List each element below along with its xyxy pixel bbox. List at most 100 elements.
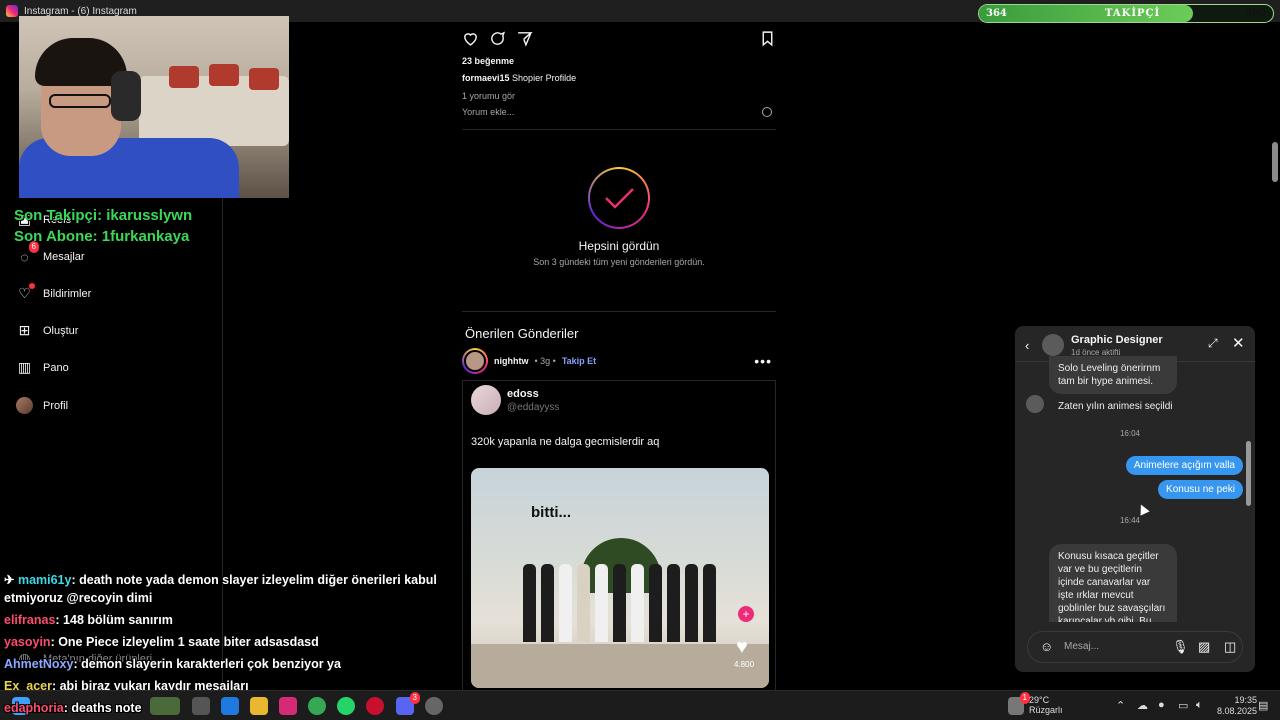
caught-up-title: Hepsini gördün xyxy=(578,239,660,253)
post-likes[interactable]: 23 beğenme xyxy=(462,56,514,66)
tray-chevron-icon[interactable]: ⌃ xyxy=(1116,699,1125,712)
bookmark-icon[interactable] xyxy=(759,30,776,47)
chat-scrollbar[interactable] xyxy=(1246,366,1251,621)
photo-caption: bitti... xyxy=(531,504,571,521)
stream-chat-line: AhmetNoxy: demon slayerin karakterleri ç… xyxy=(4,657,341,671)
chat-message-out: Konusu ne peki xyxy=(1158,480,1243,499)
photo-person xyxy=(595,564,608,642)
tray-app-icon[interactable]: ☁ xyxy=(1137,699,1148,712)
caption-user[interactable]: formaevi15 xyxy=(462,73,510,83)
network-icon[interactable]: ▭ xyxy=(1178,699,1188,712)
task-view-icon[interactable] xyxy=(192,697,210,715)
more-options-icon[interactable]: ••• xyxy=(754,353,772,369)
close-icon[interactable]: ✕ xyxy=(1232,334,1245,352)
system-clock[interactable]: 19:35 8.08.2025 xyxy=(1217,695,1257,717)
photo-person xyxy=(541,564,554,642)
emoji-icon[interactable] xyxy=(762,107,772,117)
chrome-icon[interactable] xyxy=(308,697,326,715)
follow-button[interactable]: Takip Et xyxy=(562,356,596,366)
widgets-icon[interactable] xyxy=(150,697,180,715)
tweet-handle: @eddayyss xyxy=(507,402,560,413)
file-explorer-icon[interactable] xyxy=(250,697,268,715)
post-time: • 3g • xyxy=(534,356,556,366)
last-follower-label: Son Takipçi: ikarusslywn xyxy=(14,207,193,224)
feed-column: 23 beğenme formaevi15 Shopier Profilde 1… xyxy=(462,22,776,698)
webcam-pillow xyxy=(209,64,239,86)
chat-message-in: Konusu kısaca geçitler var ve bu geçitle… xyxy=(1049,544,1177,622)
stream-chat-line: edaphoria: deaths note xyxy=(4,701,142,715)
photo-person xyxy=(685,564,698,642)
story-ring[interactable] xyxy=(462,348,488,374)
chat-message-out: Animelere açığım valla xyxy=(1125,456,1243,475)
photo-person xyxy=(649,564,662,642)
page-scrollbar[interactable] xyxy=(1270,22,1280,698)
add-comment-input[interactable]: Yorum ekle... xyxy=(462,107,776,117)
discord-icon[interactable]: 3 xyxy=(396,692,420,715)
post-actions xyxy=(462,30,776,47)
sidebar-item-label: Mesajlar xyxy=(43,250,85,263)
sticker-icon[interactable]: ◫ xyxy=(1224,639,1236,655)
heart-icon[interactable]: ♥ xyxy=(736,636,748,659)
sidebar-item-create[interactable]: ⊞ Oluştur xyxy=(16,322,79,339)
avatar xyxy=(1026,395,1044,413)
copilot-icon[interactable] xyxy=(221,697,239,715)
opera-icon[interactable] xyxy=(366,697,384,715)
scrollbar-thumb[interactable] xyxy=(1272,142,1278,182)
photo-person xyxy=(613,564,626,642)
heart-icon: ♡ xyxy=(16,283,35,302)
chat-scrollbar-thumb[interactable] xyxy=(1246,441,1251,506)
stream-chat-line: yasoyin: One Piece izleyelim 1 saate bit… xyxy=(4,635,319,649)
weather-icon[interactable]: 1 xyxy=(1008,692,1030,715)
microphone-icon[interactable]: 🎙︎ xyxy=(1172,639,1189,655)
instagram-taskbar-icon[interactable] xyxy=(279,697,297,715)
notification-center-icon[interactable]: ▤ xyxy=(1258,699,1268,712)
tweet-name: edoss xyxy=(507,388,539,400)
comment-icon[interactable] xyxy=(489,30,506,47)
weather-widget[interactable]: 29°C Rüzgarlı xyxy=(1029,695,1063,715)
steam-icon[interactable] xyxy=(425,697,443,715)
expand-icon[interactable]: ⤢ xyxy=(1208,336,1218,351)
clock-time: 19:35 xyxy=(1234,695,1258,705)
last-subscriber-label: Son Abone: 1furkankaya xyxy=(14,228,190,245)
emoji-icon[interactable]: ☺ xyxy=(1040,639,1053,654)
back-arrow-icon[interactable]: ‹ xyxy=(1025,338,1029,353)
sidebar-item-profile[interactable]: Profil xyxy=(16,397,68,414)
chat-contact-name[interactable]: Graphic Designer xyxy=(1071,334,1163,346)
chat-message-in: Solo Leveling önerirnm tam bir hype anim… xyxy=(1049,356,1177,394)
chat-message-in: Zaten yılın animesi seçildi xyxy=(1058,401,1173,412)
view-comments-link[interactable]: 1 yorumu gör xyxy=(462,91,515,101)
sidebar-item-dashboard[interactable]: ▥ Pano xyxy=(16,359,69,376)
windows-taskbar: 3 1 29°C Rüzgarlı ⌃ ☁ ● ▭ 🔈︎ 19:35 8.08.… xyxy=(0,690,1280,720)
follow-goal-target: 500 xyxy=(1245,8,1266,19)
photo-person xyxy=(703,564,716,642)
sidebar-item-notifications[interactable]: ♡ Bildirimler xyxy=(16,283,91,302)
avatar xyxy=(471,385,501,415)
message-input[interactable]: ☺ Mesaj... 🎙︎ ▨ ◫ xyxy=(1027,631,1243,663)
whatsapp-icon[interactable] xyxy=(337,697,355,715)
volume-icon[interactable]: 🔈︎ xyxy=(1196,699,1203,712)
suggested-post-media[interactable]: edoss @eddayyss 320k yapanla ne dalga ge… xyxy=(462,380,776,698)
photo-person xyxy=(577,564,590,642)
notification-dot xyxy=(29,283,35,289)
microphone-tray-icon[interactable]: ● xyxy=(1158,699,1165,711)
webcam-overlay xyxy=(19,16,289,198)
discord-badge: 3 xyxy=(409,692,420,704)
avatar[interactable] xyxy=(1042,334,1064,356)
follow-goal-bar: 364 TAKİPÇİ 500 xyxy=(978,4,1274,23)
suggested-post-header: nighhtw • 3g • Takip Et ••• xyxy=(462,348,776,374)
post-caption: formaevi15 Shopier Profilde xyxy=(462,73,576,83)
clock-date: 8.08.2025 xyxy=(1217,706,1258,716)
divider xyxy=(462,129,776,130)
like-heart-icon[interactable] xyxy=(462,30,479,47)
post-username[interactable]: nighhtw xyxy=(494,356,529,366)
follow-goal-current: 364 xyxy=(986,8,1007,19)
sidebar-item-messages[interactable]: ◌ 6 Mesajlar xyxy=(16,241,85,265)
avatar xyxy=(464,350,486,372)
add-comment-placeholder: Yorum ekle... xyxy=(462,107,515,117)
tweet-text: 320k yapanla ne dalga gecmislerdir aq xyxy=(471,436,660,448)
plus-icon[interactable]: + xyxy=(738,606,754,622)
follow-goal-label: TAKİPÇİ xyxy=(1105,8,1161,19)
image-icon[interactable]: ▨ xyxy=(1198,639,1210,655)
share-icon[interactable] xyxy=(516,30,533,47)
stream-chat-line: ✈ mami61y: death note yada demon slayer … xyxy=(4,573,437,587)
